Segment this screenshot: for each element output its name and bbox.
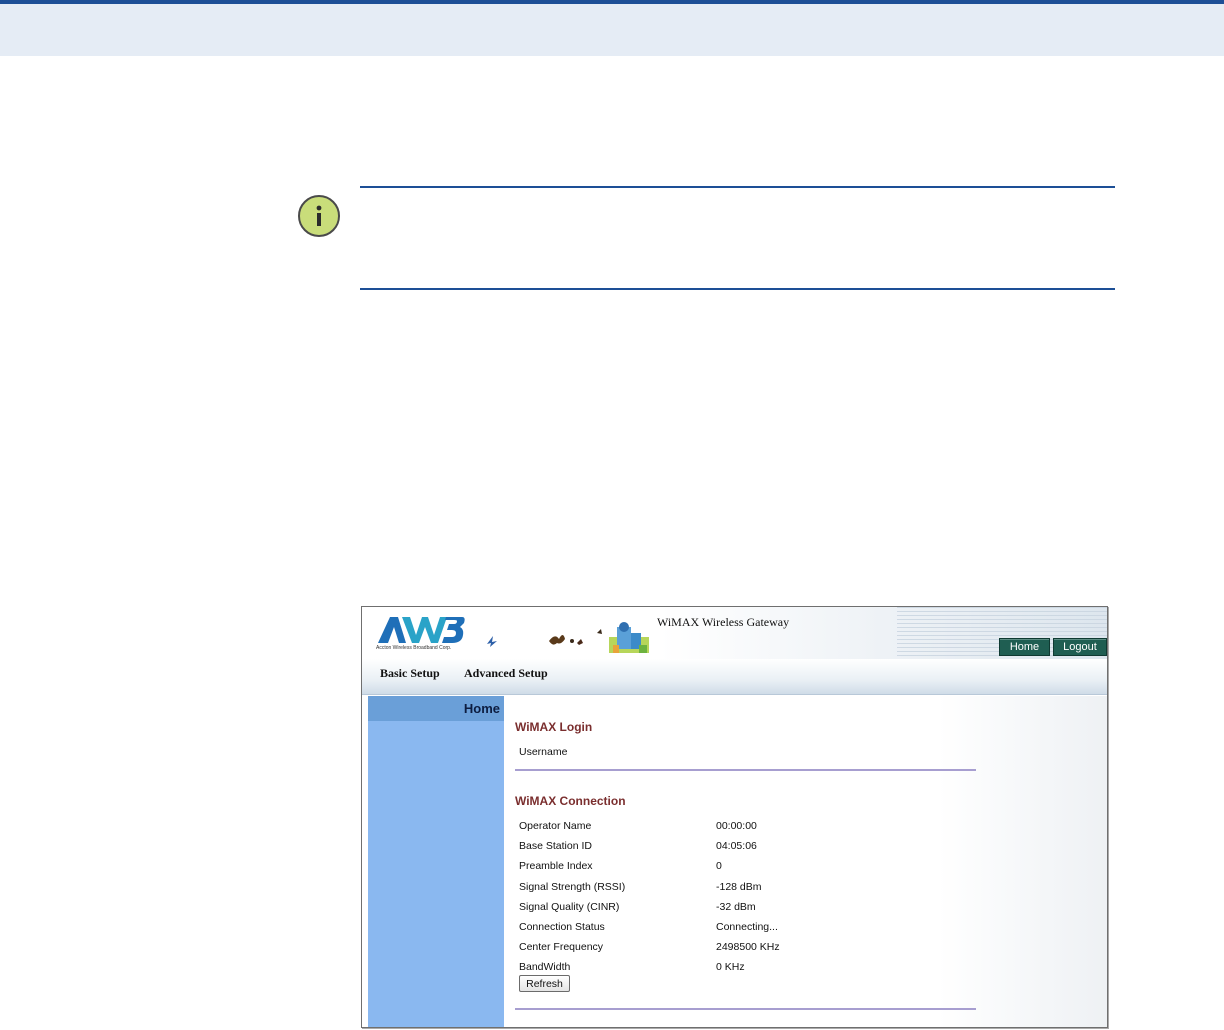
operator-name-label: Operator Name: [519, 820, 592, 832]
note-top-rule: [360, 186, 1115, 188]
wimax-connection-title: WiMAX Connection: [515, 794, 626, 808]
refresh-button[interactable]: Refresh: [519, 975, 570, 992]
logout-button[interactable]: Logout: [1053, 638, 1107, 656]
center-frequency-value: 2498500 KHz: [716, 941, 780, 953]
signal-quality-value: -32 dBm: [716, 901, 756, 913]
signal-strength-value: -128 dBm: [716, 881, 762, 893]
wimax-login-title: WiMAX Login: [515, 720, 593, 734]
login-divider: [515, 769, 976, 771]
note-bottom-rule: [360, 288, 1115, 290]
connection-status-label: Connection Status: [519, 921, 605, 933]
operator-name-value: 00:00:00: [716, 820, 757, 832]
logo-subtitle: Accton Wireless Broadband Corp.: [376, 645, 452, 651]
home-button[interactable]: Home: [999, 638, 1050, 656]
signal-quality-label: Signal Quality (CINR): [519, 901, 620, 913]
app-title: WiMAX Wireless Gateway: [657, 615, 790, 629]
base-station-id-value: 04:05:06: [716, 840, 757, 852]
gateway-screenshot: Accton Wireless Broadband Corp. WiMAX Wi…: [361, 606, 1108, 1028]
bandwidth-label: BandWidth: [519, 961, 571, 973]
connection-divider: [515, 1008, 976, 1010]
sidebar-item-home[interactable]: Home: [368, 696, 504, 721]
sidebar-item-label: Home: [463, 701, 500, 716]
document-header-band: [0, 4, 1224, 56]
center-frequency-label: Center Frequency: [519, 941, 604, 953]
main-content: WiMAX Login Username WiMAX Connection Op…: [504, 696, 1107, 1027]
app-header: Accton Wireless Broadband Corp. WiMAX Wi…: [362, 607, 1107, 659]
butterflies-graphic: [549, 622, 649, 653]
preamble-index-label: Preamble Index: [519, 860, 593, 872]
signal-strength-label: Signal Strength (RSSI): [519, 881, 626, 893]
preamble-index-value: 0: [716, 860, 722, 872]
menu-basic-setup[interactable]: Basic Setup: [380, 666, 440, 681]
bandwidth-value: 0 KHz: [716, 961, 745, 973]
base-station-id-label: Base Station ID: [519, 840, 592, 852]
info-icon: [298, 195, 340, 237]
bird-icon: [487, 636, 497, 647]
connection-status-value: Connecting...: [716, 921, 778, 933]
menu-bar: Basic Setup Advanced Setup: [362, 659, 1107, 695]
sidebar: Home: [368, 696, 504, 1027]
username-label: Username: [519, 746, 568, 758]
menu-advanced-setup[interactable]: Advanced Setup: [464, 666, 548, 681]
